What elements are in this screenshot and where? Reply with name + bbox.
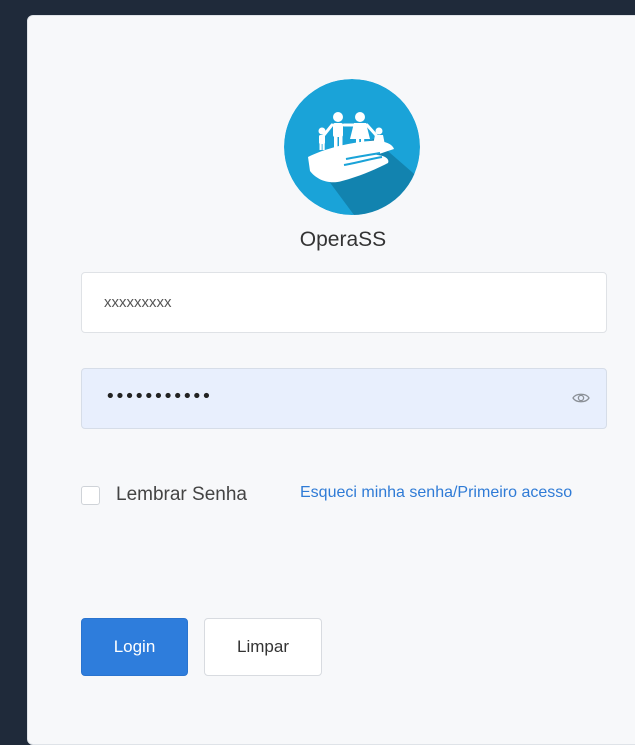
- remember-password[interactable]: Lembrar Senha: [81, 483, 247, 507]
- forgot-password-link[interactable]: Esqueci minha senha/Primeiro acesso: [300, 484, 572, 502]
- remember-label: Lembrar Senha: [116, 484, 247, 505]
- username-input[interactable]: [81, 272, 607, 333]
- clear-button[interactable]: Limpar: [204, 618, 322, 676]
- password-value: •••••••••••: [105, 386, 212, 407]
- family-hand-icon: [284, 79, 420, 215]
- login-button[interactable]: Login: [81, 618, 188, 676]
- app-name: OperaSS: [299, 228, 387, 251]
- password-field[interactable]: •••••••••••: [81, 368, 607, 429]
- eye-icon[interactable]: [572, 391, 590, 405]
- remember-checkbox[interactable]: [81, 485, 100, 505]
- login-card: OperaSS ••••••••••• Lembrar Senha Esquec…: [27, 15, 635, 745]
